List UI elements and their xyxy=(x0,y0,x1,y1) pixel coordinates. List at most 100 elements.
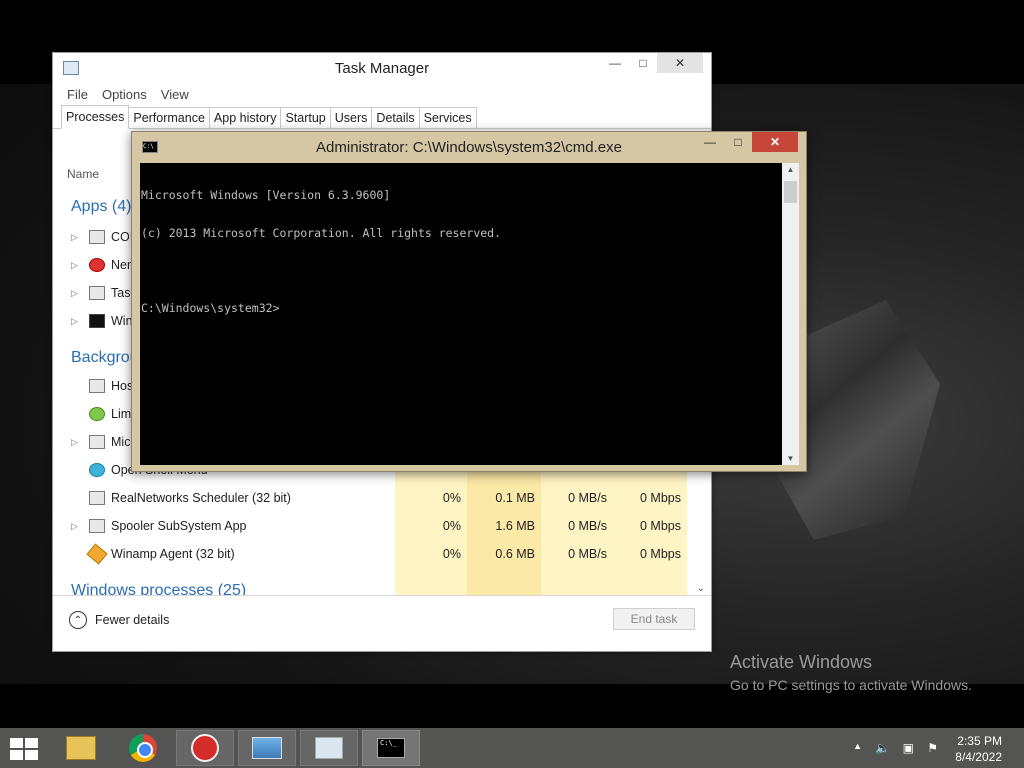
show-hidden-icons-icon[interactable]: ▲ xyxy=(853,741,862,751)
console-line: (c) 2013 Microsoft Corporation. All righ… xyxy=(141,225,502,240)
menu-view[interactable]: View xyxy=(161,87,189,102)
process-row[interactable]: Winamp Agent (32 bit) 0% 0.6 MB 0 MB/s 0… xyxy=(53,541,693,569)
volume-muted-icon[interactable]: 🔈 xyxy=(875,741,890,755)
cmd-icon: C:\_ xyxy=(377,738,405,758)
process-name: Winamp Agent (32 bit) xyxy=(111,547,235,561)
task-manager-titlebar[interactable]: Task Manager — □ ✕ xyxy=(53,53,711,83)
menu-bar: File Options View xyxy=(53,83,711,105)
expand-icon[interactable]: ▷ xyxy=(71,437,78,448)
activate-windows-watermark: Activate Windows Go to PC settings to ac… xyxy=(730,652,972,693)
network-value: 0 Mbps xyxy=(640,547,681,561)
cpu-value: 0% xyxy=(442,519,461,533)
tab-details[interactable]: Details xyxy=(371,107,420,128)
tab-startup[interactable]: Startup xyxy=(280,107,331,128)
start-button[interactable] xyxy=(10,738,38,760)
taskbar-chrome[interactable] xyxy=(114,730,172,766)
disk-value: 0 MB/s xyxy=(568,547,607,561)
scroll-up-icon[interactable]: ▲ xyxy=(782,165,799,174)
memory-value: 0.6 MB xyxy=(495,547,535,561)
chrome-icon xyxy=(129,734,157,762)
network-icon[interactable]: ▣ xyxy=(903,741,914,755)
console-line: Microsoft Windows [Version 6.3.9600] xyxy=(141,188,391,202)
tab-bar: Processes Performance App history Startu… xyxy=(53,105,711,129)
app-icon xyxy=(89,230,105,244)
cpu-value: 0% xyxy=(442,547,461,561)
expand-icon[interactable]: ▷ xyxy=(71,260,78,271)
process-name: Ner xyxy=(111,258,132,272)
tab-performance[interactable]: Performance xyxy=(128,107,210,128)
group-apps: Apps (4) xyxy=(71,198,132,215)
cmd-scrollbar[interactable]: ▲ ▼ xyxy=(782,163,799,465)
process-name: Tas xyxy=(111,286,131,300)
expand-icon[interactable]: ▷ xyxy=(71,521,78,532)
menu-options[interactable]: Options xyxy=(102,87,147,102)
taskbar: C:\_ ▲ 🔈 ▣ ⚑ 2:35 PM 8/4/2022 xyxy=(0,728,1024,768)
app-icon xyxy=(89,379,105,393)
task-manager-icon xyxy=(315,737,343,759)
tab-app-history[interactable]: App history xyxy=(208,107,282,128)
activate-title: Activate Windows xyxy=(730,652,873,672)
cmd-icon xyxy=(89,314,105,328)
maximize-button[interactable]: □ xyxy=(629,53,657,73)
console-prompt: C:\Windows\system32> xyxy=(141,300,280,315)
clock-time: 2:35 PM xyxy=(957,734,1002,748)
winamp-icon xyxy=(86,543,108,565)
disk-value: 0 MB/s xyxy=(568,491,607,505)
action-center-flag-icon[interactable]: ⚑ xyxy=(927,741,938,755)
scroll-thumb[interactable] xyxy=(784,181,797,203)
fewer-details-link[interactable]: Fewer details xyxy=(95,613,169,627)
chevron-up-icon[interactable]: ⌃ xyxy=(69,611,87,629)
nero-icon xyxy=(191,734,219,762)
process-row[interactable]: RealNetworks Scheduler (32 bit) 0% 0.1 M… xyxy=(53,485,693,513)
tab-processes[interactable]: Processes xyxy=(61,105,130,129)
console-output[interactable]: Microsoft Windows [Version 6.3.9600] (c)… xyxy=(140,163,782,465)
limewire-icon xyxy=(89,407,105,421)
close-button[interactable]: ✕ xyxy=(657,53,703,73)
scroll-down-icon[interactable]: ⌄ xyxy=(697,583,705,594)
process-name: Spooler SubSystem App xyxy=(111,519,247,533)
disk-value: 0 MB/s xyxy=(568,519,607,533)
user-icon xyxy=(89,435,105,449)
expand-icon[interactable]: ▷ xyxy=(71,316,78,327)
memory-value: 0.1 MB xyxy=(495,491,535,505)
activate-subtitle: Go to PC settings to activate Windows. xyxy=(730,677,972,693)
clock[interactable]: 2:35 PM 8/4/2022 xyxy=(955,733,1002,765)
group-background: Backgrou xyxy=(71,349,139,366)
process-name: Win xyxy=(111,314,133,328)
clock-date: 8/4/2022 xyxy=(955,750,1002,764)
cpu-value: 0% xyxy=(442,491,461,505)
close-button[interactable]: ✕ xyxy=(752,132,798,152)
process-name: Mic xyxy=(111,435,131,449)
menu-file[interactable]: File xyxy=(67,87,88,102)
process-name: Hos xyxy=(111,379,134,393)
taskbar-nero[interactable] xyxy=(176,730,234,766)
taskbar-file-explorer[interactable] xyxy=(52,730,110,766)
taskbar-photo-viewer[interactable] xyxy=(238,730,296,766)
end-task-button[interactable]: End task xyxy=(613,608,695,630)
column-header-name[interactable]: Name xyxy=(67,167,99,181)
tab-users[interactable]: Users xyxy=(329,107,373,128)
maximize-button[interactable]: □ xyxy=(724,132,752,152)
expand-icon[interactable]: ▷ xyxy=(71,288,78,299)
task-manager-footer: ⌃ Fewer details End task xyxy=(53,595,711,651)
minimize-button[interactable]: — xyxy=(601,53,629,73)
nero-icon xyxy=(89,258,105,272)
expand-icon[interactable]: ▷ xyxy=(71,232,78,243)
memory-value: 1.6 MB xyxy=(495,519,535,533)
tab-services[interactable]: Services xyxy=(418,107,477,128)
network-value: 0 Mbps xyxy=(640,519,681,533)
minimize-button[interactable]: — xyxy=(696,132,724,152)
printer-icon xyxy=(89,519,105,533)
open-shell-icon xyxy=(89,463,105,477)
process-row[interactable]: ▷ Spooler SubSystem App 0% 1.6 MB 0 MB/s… xyxy=(53,513,693,541)
taskbar-task-manager[interactable] xyxy=(300,730,358,766)
realnetworks-icon xyxy=(89,491,105,505)
scroll-down-icon[interactable]: ▼ xyxy=(782,454,799,463)
process-name: COI xyxy=(111,230,134,244)
task-manager-icon xyxy=(89,286,105,300)
cmd-titlebar[interactable]: C:\ Administrator: C:\Windows\system32\c… xyxy=(132,132,806,162)
process-name: RealNetworks Scheduler (32 bit) xyxy=(111,491,291,505)
taskbar-command-prompt[interactable]: C:\_ xyxy=(362,730,420,766)
cmd-window: C:\ Administrator: C:\Windows\system32\c… xyxy=(131,131,807,472)
